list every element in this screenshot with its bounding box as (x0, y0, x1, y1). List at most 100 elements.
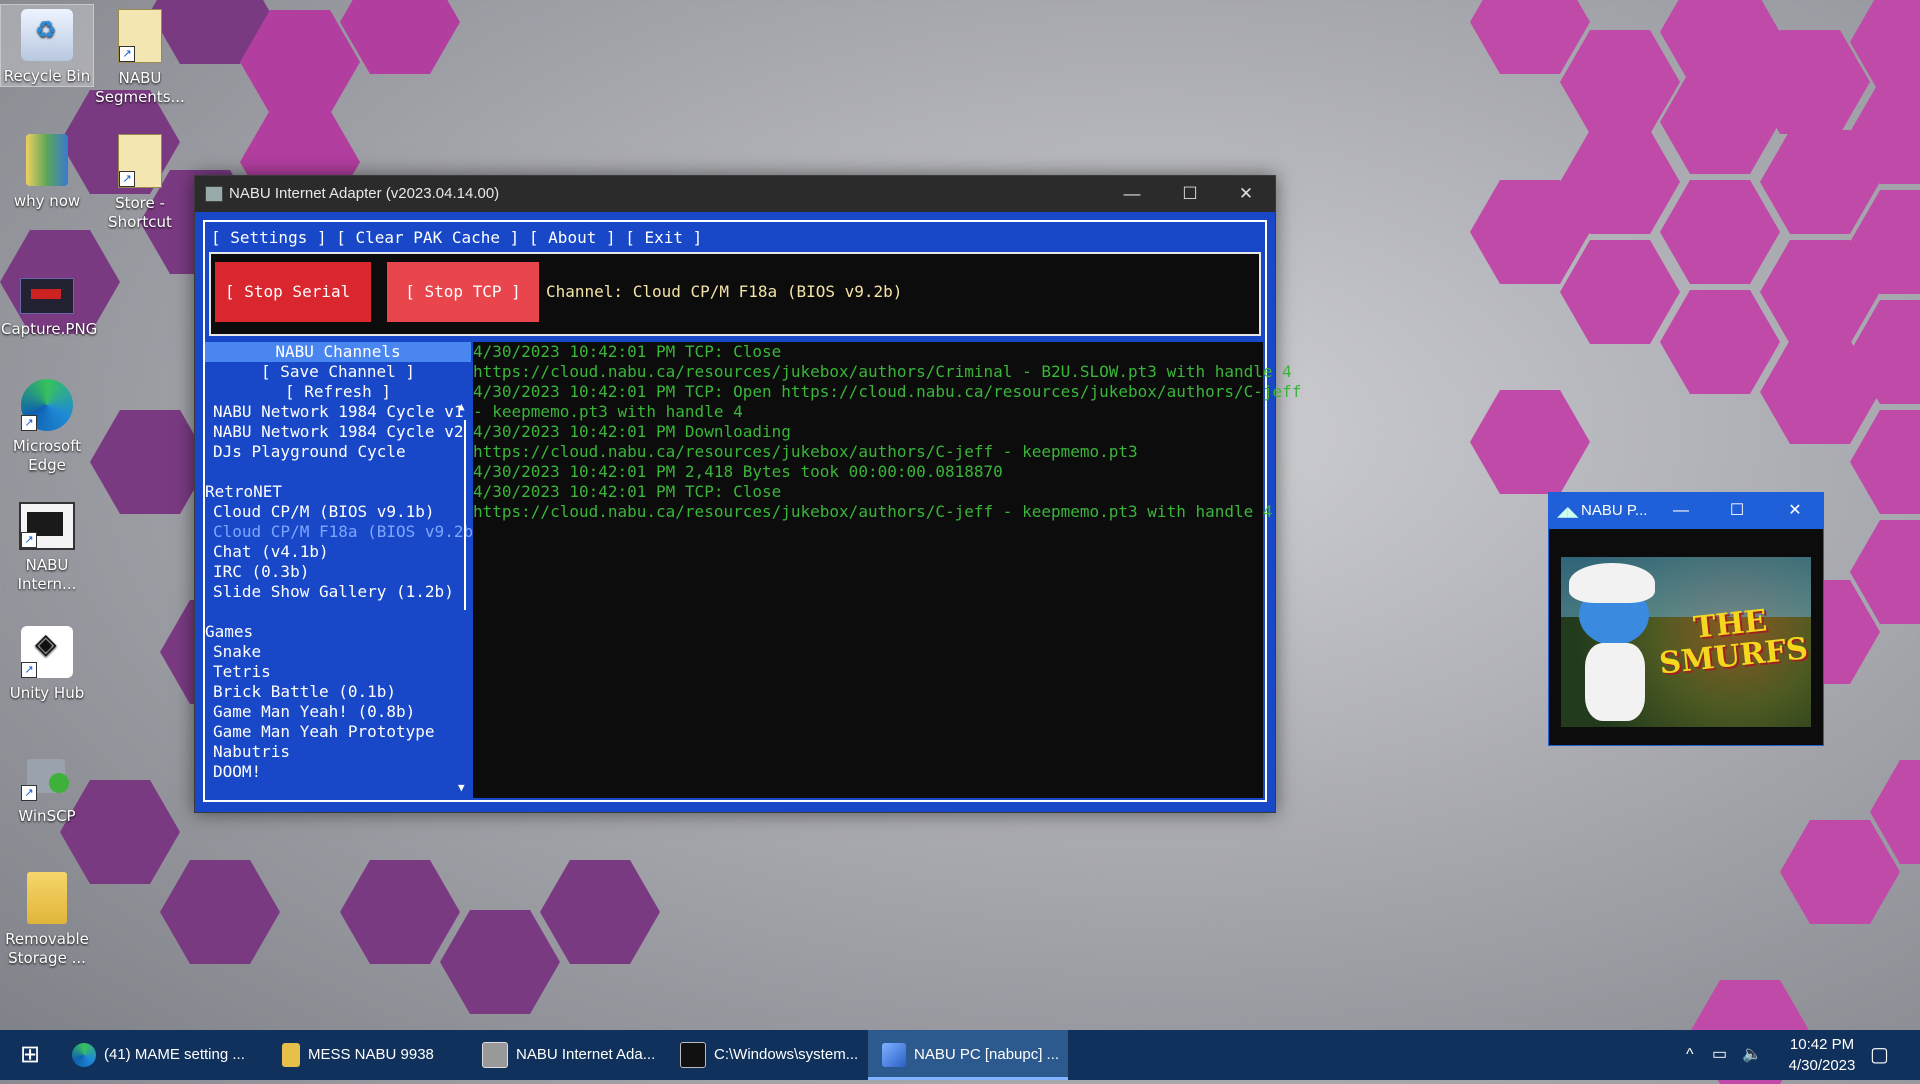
channel-list-header: NABU Channels (205, 342, 471, 362)
minimize-button[interactable]: — (1103, 176, 1161, 212)
channel-list: NABU Channels [ Save Channel ] [ Refresh… (205, 342, 483, 798)
channel-item[interactable]: Snake (205, 642, 471, 662)
scroll-up-icon[interactable]: ▲ (458, 400, 465, 413)
notifications-icon[interactable]: ▢ (1870, 1030, 1889, 1080)
stop-serial-button[interactable]: [ Stop Serial ] (215, 262, 371, 361)
taskbar-item-nabu-pc[interactable]: NABU PC [nabupc] ... (868, 1030, 1068, 1080)
maximize-button[interactable]: ☐ (1709, 493, 1765, 529)
archive-icon (26, 134, 68, 186)
start-button[interactable]: ⊞ (0, 1030, 60, 1080)
winscp-icon: ↗ (21, 749, 73, 801)
menu-exit[interactable]: [ Exit ] (625, 228, 702, 247)
desktop-icon-nabu-internet[interactable]: ↗ NABU Intern... (1, 498, 93, 594)
desktop-icon-label: Store - Shortcut (108, 194, 172, 231)
window-title: NABU Internet Adapter (v2023.04.14.00) (229, 185, 500, 202)
desktop-icon-label: NABU Segments... (95, 69, 185, 106)
show-hidden-icons-icon[interactable]: ^ (1686, 1030, 1694, 1080)
channel-item[interactable]: DJs Playground Cycle (205, 442, 471, 462)
channel-item[interactable]: Tetris (205, 662, 471, 682)
stop-tcp-button[interactable]: [ Stop TCP ] (387, 262, 539, 322)
desktop-icon-label: Recycle Bin (3, 67, 91, 85)
desktop-icon-removable-storage[interactable]: Removable Storage ... (1, 868, 93, 968)
save-channel-button[interactable]: [ Save Channel ] (205, 362, 471, 382)
channel-item[interactable]: NABU Network 1984 Cycle v1 (205, 402, 471, 422)
app-icon (205, 186, 223, 202)
unity-icon: ◈ ↗ (21, 626, 73, 678)
log-line: https://cloud.nabu.ca/resources/jukebox/… (473, 362, 1292, 381)
nabu-pc-window[interactable]: ◢◣ NABU P... — ☐ ✕ THE SMURFS (1548, 492, 1824, 746)
channel-list-scrollbar[interactable]: ▲ ▼ (458, 400, 470, 794)
desktop-icon-unity-hub[interactable]: ◈ ↗ Unity Hub (1, 622, 93, 703)
channel-item[interactable]: Game Man Yeah Prototype (205, 722, 471, 742)
desktop-icon-winscp[interactable]: ↗ WinSCP (1, 745, 93, 826)
log-line: 4/30/2023 10:42:01 PM Downloading (473, 422, 791, 441)
category-retronet: RetroNET (205, 482, 283, 501)
smurf-hat (1569, 563, 1655, 603)
game-screen[interactable]: THE SMURFS (1561, 557, 1811, 727)
current-channel: Channel: Cloud CP/M F18a (BIOS v9.2b) (546, 282, 903, 301)
taskbar-item-mame-setting[interactable]: (41) MAME setting ... (72, 1030, 258, 1080)
terminal-app-icon: ↗ (19, 502, 75, 550)
category-games: Games (205, 622, 254, 641)
window-titlebar[interactable]: ◢◣ NABU P... — ☐ ✕ (1549, 493, 1823, 529)
close-button[interactable]: ✕ (1767, 493, 1823, 529)
window-content: [ Settings ] [ Clear PAK Cache ] [ About… (203, 220, 1302, 802)
scroll-down-icon[interactable]: ▼ (458, 781, 465, 794)
desktop-icon-microsoft-edge[interactable]: ↗ Microsoft Edge (1, 375, 93, 475)
desktop-icon-label: Microsoft Edge (12, 437, 82, 474)
log-line: - keepmemo.pt3 with handle 4 (473, 402, 743, 421)
channel-item[interactable]: Cloud CP/M (BIOS v9.1b) (205, 502, 471, 522)
log-line: 4/30/2023 10:42:01 PM TCP: Close (473, 342, 782, 361)
menu-about[interactable]: [ About ] (529, 228, 616, 247)
channel-item[interactable]: NABU Network 1984 Cycle v2 (205, 422, 471, 442)
folder-icon (27, 872, 67, 924)
minimize-button[interactable]: — (1653, 493, 1709, 529)
volume-icon[interactable]: 🔈 (1742, 1030, 1762, 1080)
channel-item[interactable]: Slide Show Gallery (1.2b) (205, 582, 471, 602)
taskbar-item-cmd[interactable]: C:\Windows\system... (680, 1030, 860, 1080)
channel-item[interactable]: Brick Battle (0.1b) (205, 682, 471, 702)
menu-settings[interactable]: [ Settings ] (211, 228, 327, 247)
image-file-icon (20, 278, 74, 314)
close-button[interactable]: ✕ (1217, 176, 1275, 212)
desktop-icon-nabu-segments[interactable]: ↗ NABU Segments... (94, 5, 186, 107)
channel-item[interactable]: Game Man Yeah! (0.8b) (205, 702, 471, 722)
channel-item-selected[interactable]: Cloud CP/M F18a (BIOS v9.2b) (205, 522, 483, 542)
taskbar-item-nabu-internet-adapter[interactable]: NABU Internet Ada... (482, 1030, 662, 1080)
refresh-button[interactable]: [ Refresh ] (205, 382, 471, 402)
taskbar-label: C:\Windows\system... (714, 1046, 859, 1063)
menu-clear-pak-cache[interactable]: [ Clear PAK Cache ] (336, 228, 519, 247)
document-icon: ↗ (118, 9, 162, 63)
channel-item[interactable]: IRC (0.3b) (205, 562, 471, 582)
taskbar-item-mess-nabu[interactable]: MESS NABU 9938 (282, 1030, 468, 1080)
document-icon: ↗ (118, 134, 162, 188)
desktop-icon-capture-png[interactable]: Capture.PNG (1, 268, 98, 339)
desktop-icon-why-now[interactable]: why now (1, 130, 93, 211)
network-icon[interactable]: ▭ (1712, 1030, 1727, 1080)
command-prompt-icon (680, 1042, 706, 1069)
channel-item[interactable]: Nabutris (205, 742, 471, 762)
desktop-icon-recycle-bin[interactable]: ♻ Recycle Bin (0, 4, 94, 87)
desktop-icon-label: Capture.PNG (1, 320, 98, 338)
control-panel: [ Stop Serial ] [ Stop TCP ] Channel: Cl… (209, 252, 1261, 361)
window-title: NABU P... (1581, 502, 1648, 519)
log-line: 4/30/2023 10:42:01 PM TCP: Close (473, 482, 782, 501)
edge-browser-icon: ↗ (21, 379, 73, 431)
mame-icon (882, 1043, 906, 1068)
log-line: 4/30/2023 10:42:01 PM TCP: Open https://… (473, 382, 1302, 401)
log-line: https://cloud.nabu.ca/resources/jukebox/… (473, 502, 1273, 521)
recycle-bin-icon: ♻ (21, 9, 73, 61)
terminal-app-icon (482, 1042, 508, 1069)
folder-icon (282, 1043, 300, 1068)
system-clock[interactable]: 10:42 PM 4/30/2023 (1770, 1034, 1874, 1076)
channel-item[interactable]: DOOM! (205, 762, 471, 782)
taskbar-label: NABU PC [nabupc] ... (914, 1046, 1060, 1063)
desktop-icon-store-shortcut[interactable]: ↗ Store - Shortcut (94, 130, 186, 232)
scrollbar-thumb[interactable] (464, 420, 466, 610)
nabu-adapter-window[interactable]: NABU Internet Adapter (v2023.04.14.00) —… (194, 175, 1302, 813)
channel-item[interactable]: Chat (v4.1b) (205, 542, 471, 562)
log-line: 4/30/2023 10:42:01 PM 2,418 Bytes took 0… (473, 462, 1003, 481)
window-titlebar[interactable]: NABU Internet Adapter (v2023.04.14.00) —… (195, 176, 1275, 212)
maximize-button[interactable]: ☐ (1161, 176, 1219, 212)
taskbar-label: (41) MAME setting ... (104, 1046, 245, 1063)
